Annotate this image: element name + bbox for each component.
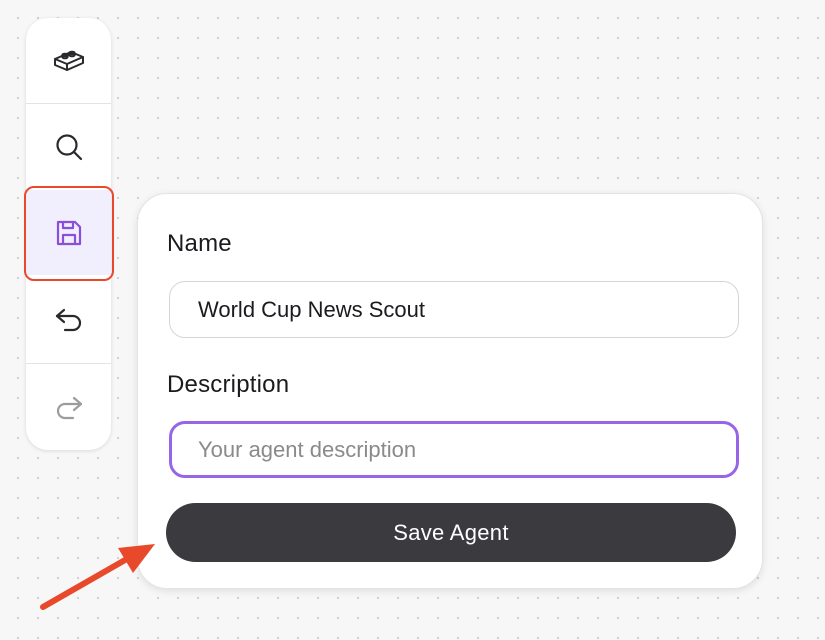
blocks-button[interactable]: [26, 18, 111, 103]
redo-icon: [52, 390, 86, 424]
name-input[interactable]: [169, 281, 739, 338]
save-agent-panel: Name Description Save Agent: [137, 193, 763, 589]
save-agent-button[interactable]: Save Agent: [166, 503, 736, 562]
search-button[interactable]: [26, 104, 111, 189]
search-icon: [52, 130, 86, 164]
description-label: Description: [167, 371, 290, 398]
undo-button[interactable]: [26, 276, 111, 361]
save-button[interactable]: [26, 190, 111, 275]
description-input[interactable]: [169, 421, 739, 478]
save-icon: [53, 217, 85, 249]
name-label: Name: [167, 230, 232, 257]
builder-toolbar: [26, 18, 111, 450]
redo-button[interactable]: [26, 364, 111, 449]
undo-icon: [52, 302, 86, 336]
blocks-icon: [51, 43, 87, 79]
